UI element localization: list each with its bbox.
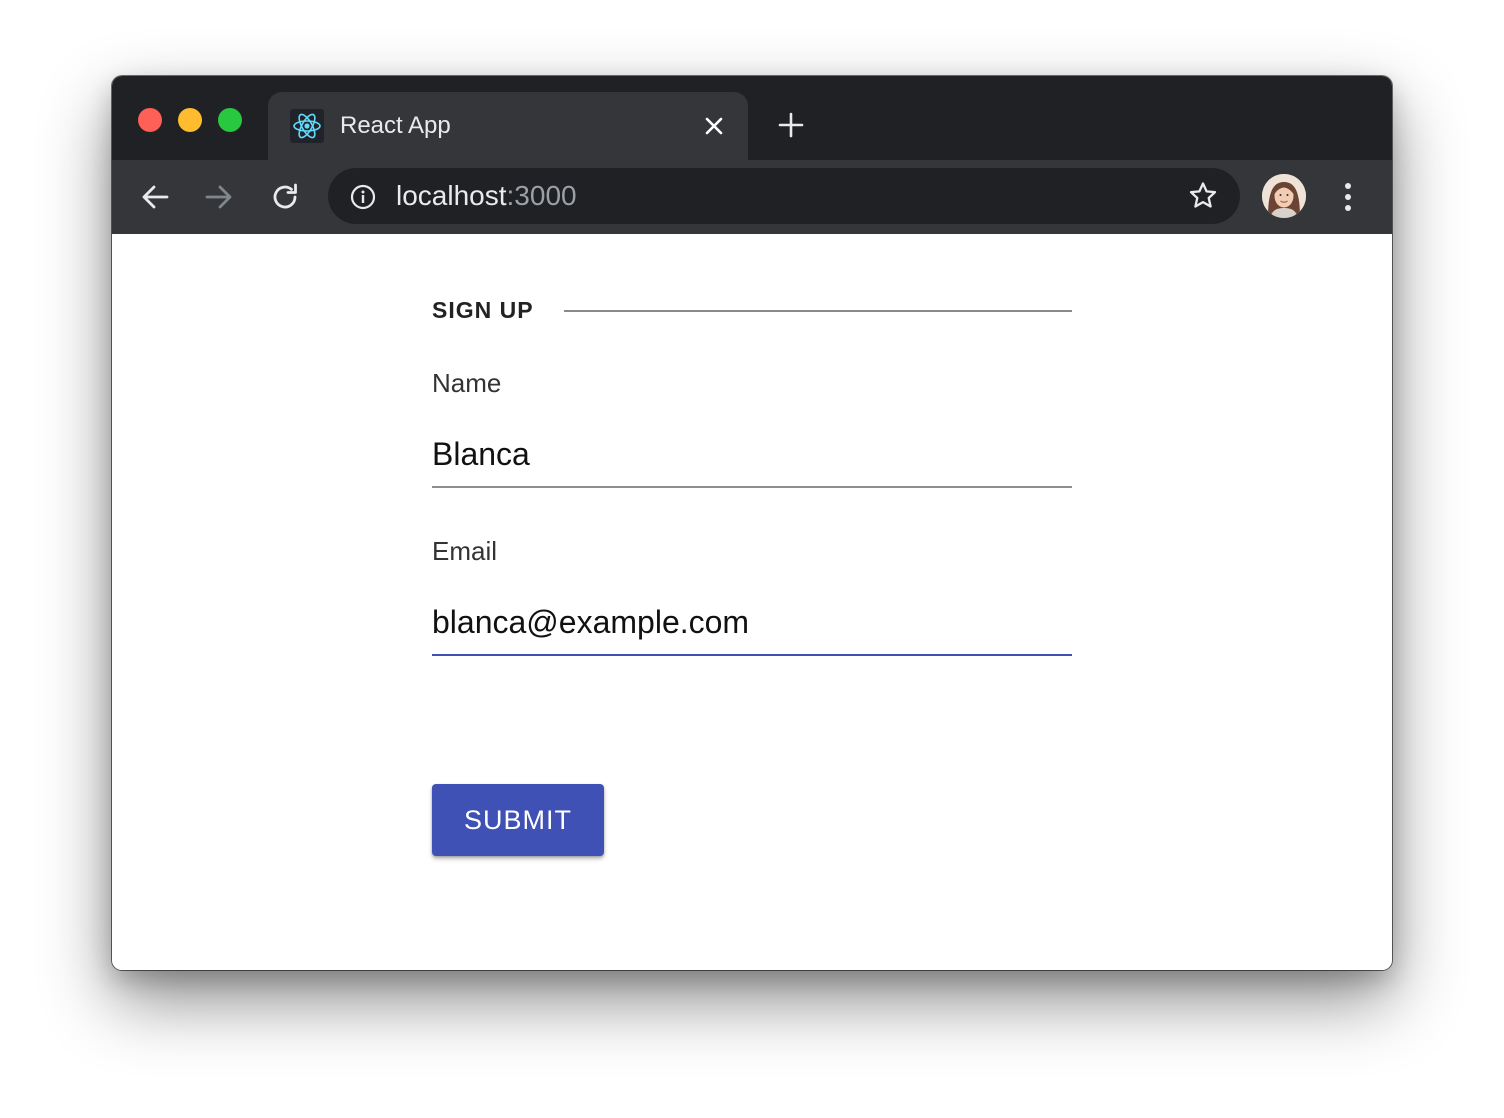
kebab-menu-icon[interactable] (1336, 180, 1360, 214)
name-label: Name (432, 368, 502, 398)
url-text: localhost:3000 (396, 180, 577, 212)
url-port: :3000 (506, 180, 577, 211)
browser-window: React App localhost:3000 SIGN UP Name Bl… (112, 76, 1392, 970)
forward-arrow-icon[interactable] (204, 182, 234, 212)
close-tab-icon[interactable] (704, 116, 724, 136)
email-input[interactable] (432, 600, 1072, 644)
react-logo-icon (290, 109, 324, 143)
name-underline (432, 486, 1072, 488)
bookmark-star-icon[interactable] (1188, 181, 1218, 211)
tab-title: React App (340, 112, 451, 139)
section-title: SIGN UP (432, 297, 534, 323)
browser-toolbar: localhost:3000 (112, 160, 1392, 234)
site-info-icon[interactable] (350, 184, 376, 210)
tab-react-app[interactable]: React App (268, 92, 748, 160)
page-content: SIGN UP Name Email SUBMIT (112, 234, 1392, 970)
maximize-window-button[interactable] (218, 108, 242, 132)
back-arrow-icon[interactable] (140, 182, 170, 212)
url-host: localhost (396, 180, 507, 211)
name-input[interactable] (432, 432, 1072, 476)
title-bar: React App (112, 76, 1392, 160)
section-divider (564, 310, 1072, 312)
reload-icon[interactable] (270, 182, 300, 212)
profile-avatar[interactable] (1262, 174, 1306, 218)
email-label: Email (432, 536, 498, 566)
minimize-window-button[interactable] (178, 108, 202, 132)
address-bar[interactable]: localhost:3000 (328, 168, 1240, 224)
close-window-button[interactable] (138, 108, 162, 132)
submit-button[interactable]: SUBMIT (432, 784, 604, 856)
new-tab-icon[interactable] (778, 112, 804, 138)
email-underline (432, 654, 1072, 656)
